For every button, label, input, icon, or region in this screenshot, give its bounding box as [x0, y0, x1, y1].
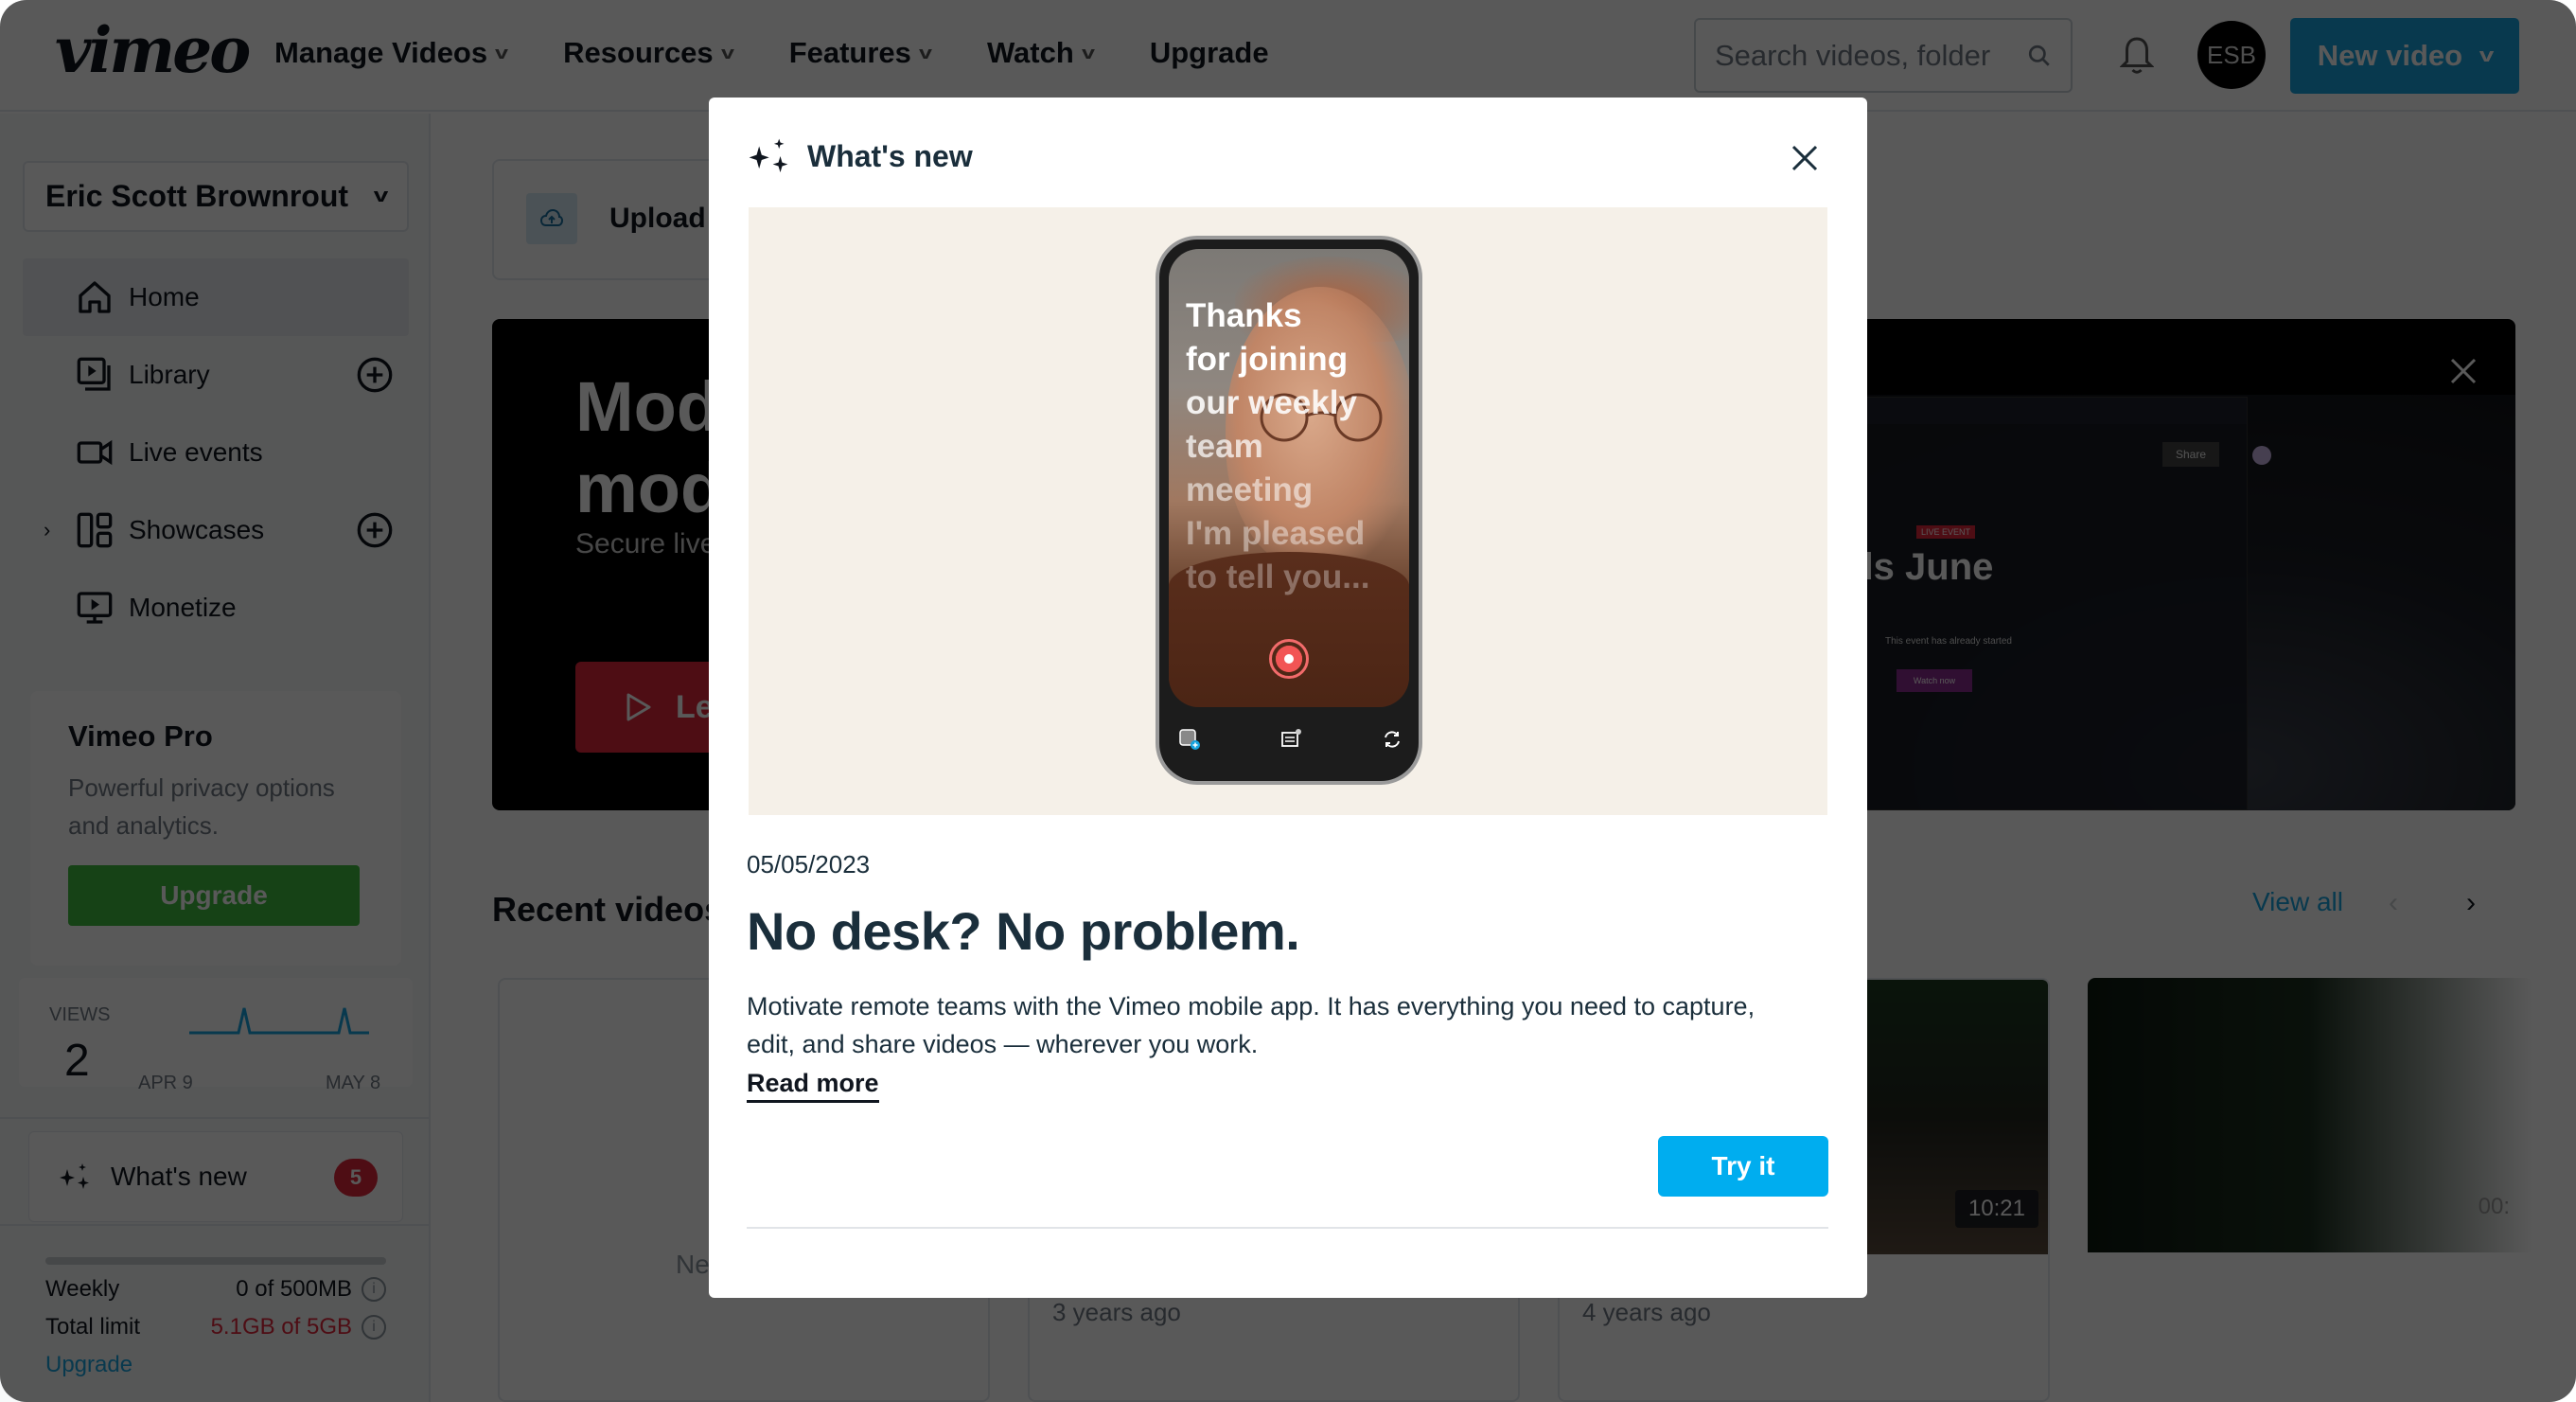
whats-new-modal: What's new Thanks for joining our weekly…: [709, 98, 1867, 1298]
teleprompter-text: Thanks for joining our weekly team meeti…: [1186, 294, 1369, 599]
teleprompter-line: to tell you...: [1186, 559, 1370, 595]
modal-header: What's new: [747, 135, 973, 177]
record-button-icon: [1269, 639, 1309, 679]
read-more-link[interactable]: Read more: [747, 1069, 879, 1103]
modal-hero-image: Thanks for joining our weekly team meeti…: [749, 207, 1827, 815]
announcement-heading: No desk? No problem.: [747, 901, 1300, 961]
teleprompter-icon: [1281, 729, 1301, 747]
teleprompter-line: I'm pleased: [1186, 515, 1366, 552]
announcement-date: 05/05/2023: [747, 850, 871, 878]
close-icon[interactable]: [1790, 143, 1820, 173]
phone-screen: Thanks for joining our weekly team meeti…: [1169, 249, 1409, 707]
announcement-body: Motivate remote teams with the Vimeo mob…: [747, 992, 1756, 1058]
teleprompter-line: meeting: [1186, 471, 1314, 508]
try-it-button[interactable]: Try it: [1658, 1136, 1828, 1197]
teleprompter-line: Thanks: [1186, 297, 1302, 334]
gallery-icon: [1179, 729, 1200, 750]
teleprompter-line: for joining: [1186, 341, 1349, 378]
teleprompter-line: team: [1186, 428, 1263, 465]
modal-title: What's new: [807, 138, 973, 173]
modal-divider: [747, 1227, 1828, 1229]
phone-mockup: Thanks for joining our weekly team meeti…: [1156, 236, 1422, 785]
phone-toolbar: [1173, 722, 1409, 756]
sparkles-icon: [749, 138, 788, 173]
teleprompter-line: our weekly: [1186, 384, 1357, 421]
flip-camera-icon: [1385, 731, 1400, 748]
